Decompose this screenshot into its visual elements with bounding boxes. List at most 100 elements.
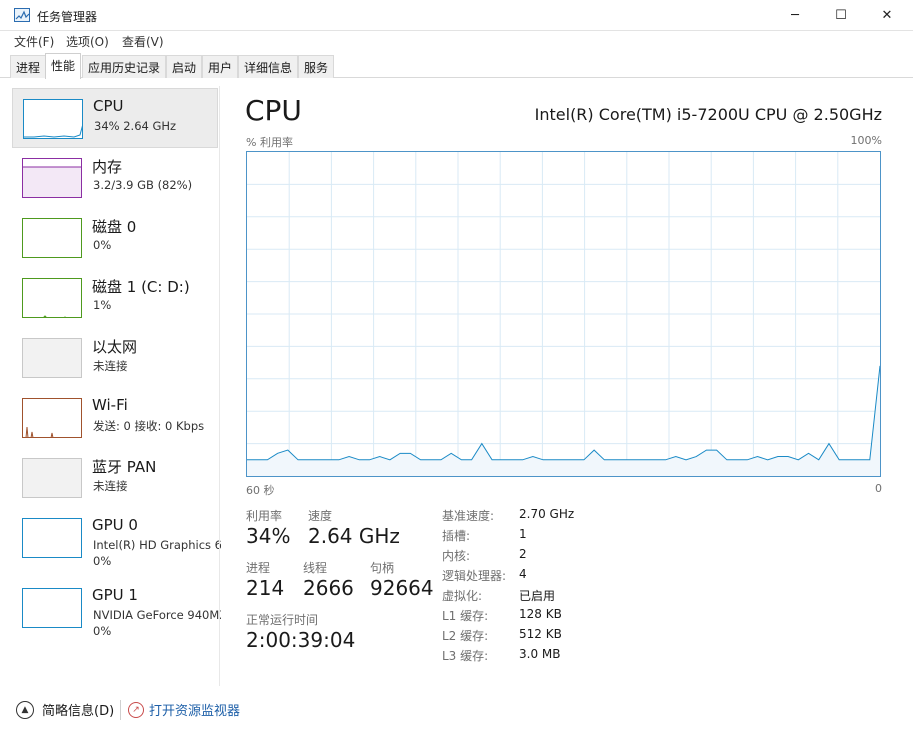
logical-processors-label: 逻辑处理器: [442, 569, 507, 583]
speed-value: 2.64 GHz [308, 524, 400, 548]
ethernet-thumbnail [22, 338, 82, 378]
uptime-value: 2:00:39:04 [246, 628, 356, 652]
open-resource-monitor-label: 打开资源监视器 [149, 704, 241, 719]
sidebar-item-detail: 3.2/3.9 GB (82%) [93, 178, 193, 192]
tab-startup[interactable]: 启动 [166, 55, 203, 78]
sidebar-item-wifi[interactable]: Wi-Fi 发送: 0 接收: 0 Kbps [12, 388, 218, 448]
memory-thumbnail [22, 158, 82, 198]
sidebar-item-name: CPU [93, 97, 124, 115]
sidebar-item-gpu-0[interactable]: GPU 0 Intel(R) HD Graphics 620 0% [12, 508, 221, 568]
l2-cache-label: L2 缓存: [442, 629, 489, 643]
l1-cache-label: L1 缓存: [442, 609, 489, 623]
menu-view[interactable]: 查看(V) [122, 33, 164, 50]
logical-processors-value: 4 [519, 567, 527, 581]
sidebar-item-detail: 发送: 0 接收: 0 Kbps [93, 419, 205, 433]
cpu-detail-panel: CPU Intel(R) Core(TM) i5-7200U CPU @ 2.5… [230, 86, 900, 686]
resource-monitor-icon: ↗ [128, 701, 144, 718]
utilization-label: 利用率 [246, 509, 283, 523]
base-speed-label: 基准速度: [442, 509, 495, 523]
graph-max-label: 100% [850, 134, 882, 147]
threads-label: 线程 [303, 561, 328, 575]
tab-performance[interactable]: 性能 [45, 53, 82, 79]
l3-cache-label: L3 缓存: [442, 649, 489, 663]
footer-divider [120, 700, 121, 720]
sidebar-item-detail: 0% [93, 238, 112, 252]
sockets-label: 插槽: [442, 529, 471, 543]
chevron-up-icon: ▲ [16, 700, 34, 719]
sidebar-item-detail: 未连接 [93, 359, 128, 373]
tab-services[interactable]: 服务 [298, 55, 335, 78]
fewer-details-button[interactable]: ▲ 简略信息(D) [16, 700, 114, 719]
sidebar-item-usage: 0% [93, 624, 112, 638]
cpu-model-name: Intel(R) Core(TM) i5-7200U CPU @ 2.50GHz [534, 105, 882, 124]
wifi-thumbnail [22, 398, 82, 438]
tab-app-history[interactable]: 应用历史记录 [82, 55, 167, 78]
minimize-button[interactable]: ─ [772, 0, 818, 31]
maximize-button[interactable]: ☐ [818, 0, 864, 31]
footer-bar: ▲ 简略信息(D) ↗ 打开资源监视器 [0, 690, 913, 730]
cpu-utilization-graph [246, 151, 881, 477]
sidebar-item-name: GPU 1 [92, 586, 138, 604]
sidebar-item-detail: 1% [93, 298, 112, 312]
l3-cache-value: 3.0 MB [519, 647, 561, 661]
sidebar-item-name: 磁盘 0 [92, 218, 137, 236]
sidebar-item-usage: 0% [93, 554, 112, 568]
graph-time-label: 60 秒 [246, 484, 275, 497]
virtualization-value: 已启用 [519, 589, 556, 603]
sidebar-divider [219, 86, 220, 686]
sidebar-item-disk-0[interactable]: 磁盘 0 0% [12, 208, 218, 268]
utilization-value: 34% [246, 524, 291, 548]
sidebar-item-gpu-1[interactable]: GPU 1 NVIDIA GeForce 940MX 0% [12, 578, 221, 638]
sidebar-item-name: 内存 [92, 158, 123, 176]
handles-label: 句柄 [370, 561, 395, 575]
l2-cache-value: 512 KB [519, 627, 562, 641]
sidebar-item-ethernet[interactable]: 以太网 未连接 [12, 328, 218, 388]
cpu-thumbnail [23, 99, 83, 139]
graph-y-label: % 利用率 [246, 136, 293, 149]
uptime-label: 正常运行时间 [246, 613, 319, 627]
l1-cache-value: 128 KB [519, 607, 562, 621]
disk-1-thumbnail [22, 278, 82, 318]
tab-processes[interactable]: 进程 [10, 55, 47, 78]
gpu-1-thumbnail [22, 588, 82, 628]
tab-details[interactable]: 详细信息 [238, 55, 299, 78]
sidebar-item-detail: Intel(R) HD Graphics 620 [93, 538, 221, 552]
sidebar-item-detail: 未连接 [93, 479, 128, 493]
sidebar-item-bluetooth-pan[interactable]: 蓝牙 PAN 未连接 [12, 448, 218, 508]
gpu-0-thumbnail [22, 518, 82, 558]
cores-value: 2 [519, 547, 527, 561]
handles-value: 92664 [370, 576, 434, 600]
close-button[interactable]: ✕ [864, 0, 910, 31]
tab-users[interactable]: 用户 [202, 55, 239, 78]
sidebar-item-name: 蓝牙 PAN [92, 458, 157, 476]
panel-title: CPU [245, 94, 302, 127]
processes-label: 进程 [246, 561, 271, 575]
fewer-details-label: 简略信息(D) [42, 704, 115, 719]
menu-options[interactable]: 选项(O) [66, 33, 109, 50]
open-resource-monitor-link[interactable]: ↗ 打开资源监视器 [128, 700, 240, 719]
sockets-value: 1 [519, 527, 527, 541]
graph-zero-label: 0 [875, 482, 882, 495]
menu-file[interactable]: 文件(F) [14, 33, 54, 50]
cpu-history-line [247, 365, 880, 461]
sidebar-item-cpu[interactable]: CPU 34% 2.64 GHz [12, 88, 218, 148]
title-bar: 任务管理器 ─ ☐ ✕ [0, 0, 913, 31]
bluetooth-thumbnail [22, 458, 82, 498]
speed-label: 速度 [308, 509, 333, 523]
menu-bar: 文件(F) 选项(O) 查看(V) [0, 31, 913, 51]
tab-bar: 进程 性能 应用历史记录 启动 用户 详细信息 服务 [0, 53, 913, 79]
base-speed-value: 2.70 GHz [519, 507, 575, 521]
window-title: 任务管理器 [37, 10, 98, 24]
sidebar-item-memory[interactable]: 内存 3.2/3.9 GB (82%) [12, 148, 218, 208]
sidebar-item-detail: NVIDIA GeForce 940MX [93, 608, 221, 622]
virtualization-label: 虚拟化: [442, 589, 483, 603]
resource-sidebar: CPU 34% 2.64 GHz 内存 3.2/3.9 GB (82%) 磁盘 … [12, 86, 221, 686]
threads-value: 2666 [303, 576, 354, 600]
cores-label: 内核: [442, 549, 471, 563]
task-manager-icon [14, 8, 30, 22]
sidebar-item-name: GPU 0 [92, 516, 138, 534]
sidebar-item-name: 磁盘 1 (C: D:) [92, 278, 190, 296]
sidebar-item-name: 以太网 [92, 338, 138, 356]
sidebar-item-disk-1[interactable]: 磁盘 1 (C: D:) 1% [12, 268, 218, 328]
sidebar-item-detail: 34% 2.64 GHz [94, 119, 177, 133]
